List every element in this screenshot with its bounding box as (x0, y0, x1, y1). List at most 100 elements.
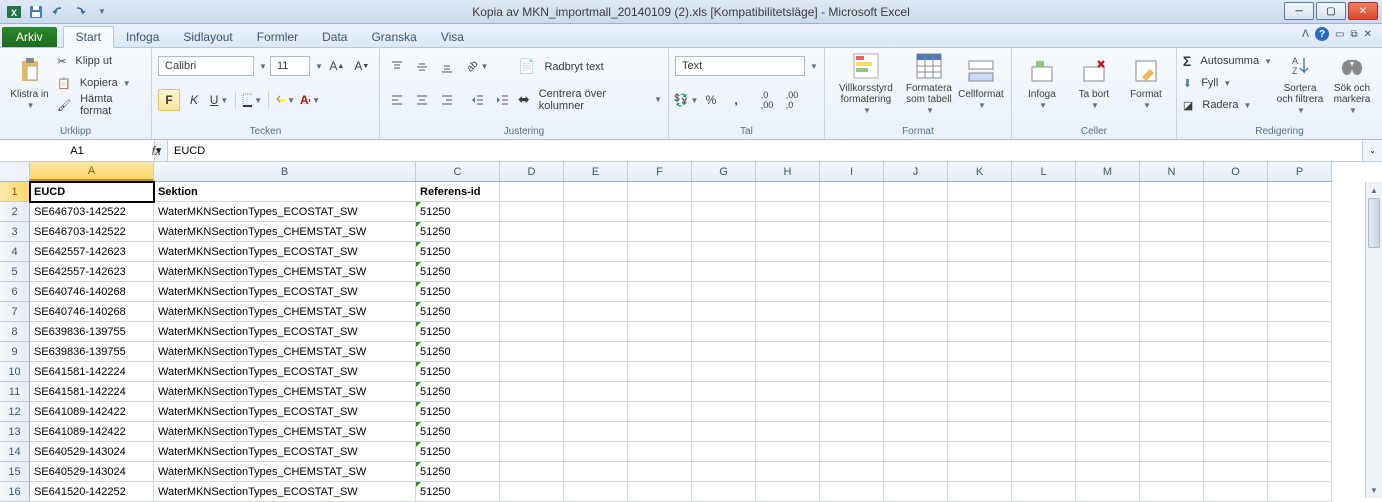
cell[interactable] (692, 282, 756, 302)
cell[interactable] (1076, 322, 1140, 342)
undo-icon[interactable] (48, 2, 68, 22)
cell[interactable] (1012, 222, 1076, 242)
scroll-down-icon[interactable]: ▼ (1366, 482, 1382, 498)
orientation-button[interactable]: ab▼ (467, 56, 489, 78)
tab-start[interactable]: Start (63, 26, 114, 48)
cell[interactable] (756, 242, 820, 262)
cell[interactable] (1076, 242, 1140, 262)
vertical-scrollbar[interactable]: ▲ ▼ (1365, 182, 1382, 498)
cell[interactable]: WaterMKNSectionTypes_ECOSTAT_SW (154, 282, 416, 302)
cell[interactable] (692, 382, 756, 402)
cell[interactable] (500, 182, 564, 202)
cell[interactable] (628, 342, 692, 362)
scroll-up-icon[interactable]: ▲ (1366, 182, 1382, 198)
insert-cells-button[interactable]: Infoga▼ (1018, 50, 1066, 116)
row-header[interactable]: 3 (0, 222, 30, 242)
cell[interactable] (628, 302, 692, 322)
cell[interactable] (500, 422, 564, 442)
conditional-formatting-button[interactable]: Villkorsstyrd formatering▼ (831, 50, 901, 116)
column-header[interactable]: P (1268, 162, 1332, 181)
cell[interactable] (1140, 242, 1204, 262)
cell[interactable] (884, 382, 948, 402)
cell[interactable]: 51250 (416, 382, 500, 402)
currency-button[interactable]: 💱▼ (675, 89, 697, 111)
row-header[interactable]: 15 (0, 462, 30, 482)
cell[interactable] (884, 222, 948, 242)
cell[interactable] (820, 462, 884, 482)
cell[interactable] (628, 282, 692, 302)
column-header[interactable]: J (884, 162, 948, 181)
cell[interactable] (1268, 442, 1332, 462)
cell[interactable]: EUCD (30, 182, 154, 202)
cell[interactable] (884, 282, 948, 302)
cell[interactable] (884, 362, 948, 382)
cell[interactable] (1076, 382, 1140, 402)
cell[interactable] (1204, 422, 1268, 442)
cell[interactable] (1268, 242, 1332, 262)
cell[interactable] (884, 402, 948, 422)
row-header[interactable]: 16 (0, 482, 30, 502)
column-header[interactable]: B (154, 162, 416, 181)
cell[interactable] (820, 362, 884, 382)
cell[interactable] (884, 442, 948, 462)
cell[interactable] (948, 222, 1012, 242)
cell[interactable] (628, 182, 692, 202)
cell[interactable] (884, 342, 948, 362)
align-center-button[interactable] (411, 89, 433, 111)
cell[interactable] (500, 202, 564, 222)
cell[interactable] (1268, 382, 1332, 402)
cell[interactable] (884, 182, 948, 202)
cell[interactable] (884, 422, 948, 442)
cell[interactable] (884, 262, 948, 282)
format-cells-button[interactable]: Format▼ (1122, 50, 1170, 116)
cell[interactable]: WaterMKNSectionTypes_CHEMSTAT_SW (154, 422, 416, 442)
cell[interactable] (564, 322, 628, 342)
row-header[interactable]: 10 (0, 362, 30, 382)
ribbon-minimize-icon[interactable]: ᐱ (1302, 29, 1309, 40)
align-top-button[interactable] (386, 56, 408, 78)
cell[interactable] (692, 202, 756, 222)
cell[interactable]: SE641089-142422 (30, 422, 154, 442)
window-restore-icon[interactable]: ▭ (1335, 29, 1344, 40)
cell[interactable] (692, 422, 756, 442)
cell[interactable] (1012, 422, 1076, 442)
cell[interactable] (1012, 182, 1076, 202)
cell[interactable]: 51250 (416, 302, 500, 322)
cell[interactable]: SE646703-142522 (30, 202, 154, 222)
tab-data[interactable]: Data (310, 27, 359, 47)
cell[interactable] (820, 242, 884, 262)
cell[interactable] (756, 222, 820, 242)
align-right-button[interactable] (436, 89, 458, 111)
cell[interactable]: 51250 (416, 342, 500, 362)
cell[interactable] (1076, 282, 1140, 302)
row-header[interactable]: 1 (0, 182, 30, 202)
cell[interactable] (756, 282, 820, 302)
cell[interactable] (628, 242, 692, 262)
cell[interactable] (1076, 302, 1140, 322)
cell[interactable] (1076, 482, 1140, 502)
tab-granska[interactable]: Granska (359, 27, 428, 47)
column-header[interactable]: F (628, 162, 692, 181)
cell[interactable] (500, 462, 564, 482)
cell[interactable] (1268, 262, 1332, 282)
cell[interactable] (1204, 462, 1268, 482)
cell[interactable] (1268, 422, 1332, 442)
cell[interactable] (948, 482, 1012, 502)
cell[interactable]: SE641089-142422 (30, 402, 154, 422)
cell[interactable] (756, 382, 820, 402)
scroll-thumb[interactable] (1368, 198, 1380, 248)
cell[interactable] (1012, 442, 1076, 462)
cell[interactable] (1204, 442, 1268, 462)
cell[interactable] (1204, 262, 1268, 282)
cell[interactable] (1076, 402, 1140, 422)
cell[interactable] (1140, 362, 1204, 382)
cell[interactable]: Referens-id (416, 182, 500, 202)
grid-body[interactable]: EUCDSektionReferens-idSE646703-142522Wat… (30, 182, 1332, 502)
cell[interactable] (628, 382, 692, 402)
cell[interactable] (948, 422, 1012, 442)
cell[interactable] (820, 382, 884, 402)
cell[interactable] (1140, 422, 1204, 442)
column-header[interactable]: G (692, 162, 756, 181)
cell[interactable] (564, 202, 628, 222)
cell[interactable] (500, 242, 564, 262)
